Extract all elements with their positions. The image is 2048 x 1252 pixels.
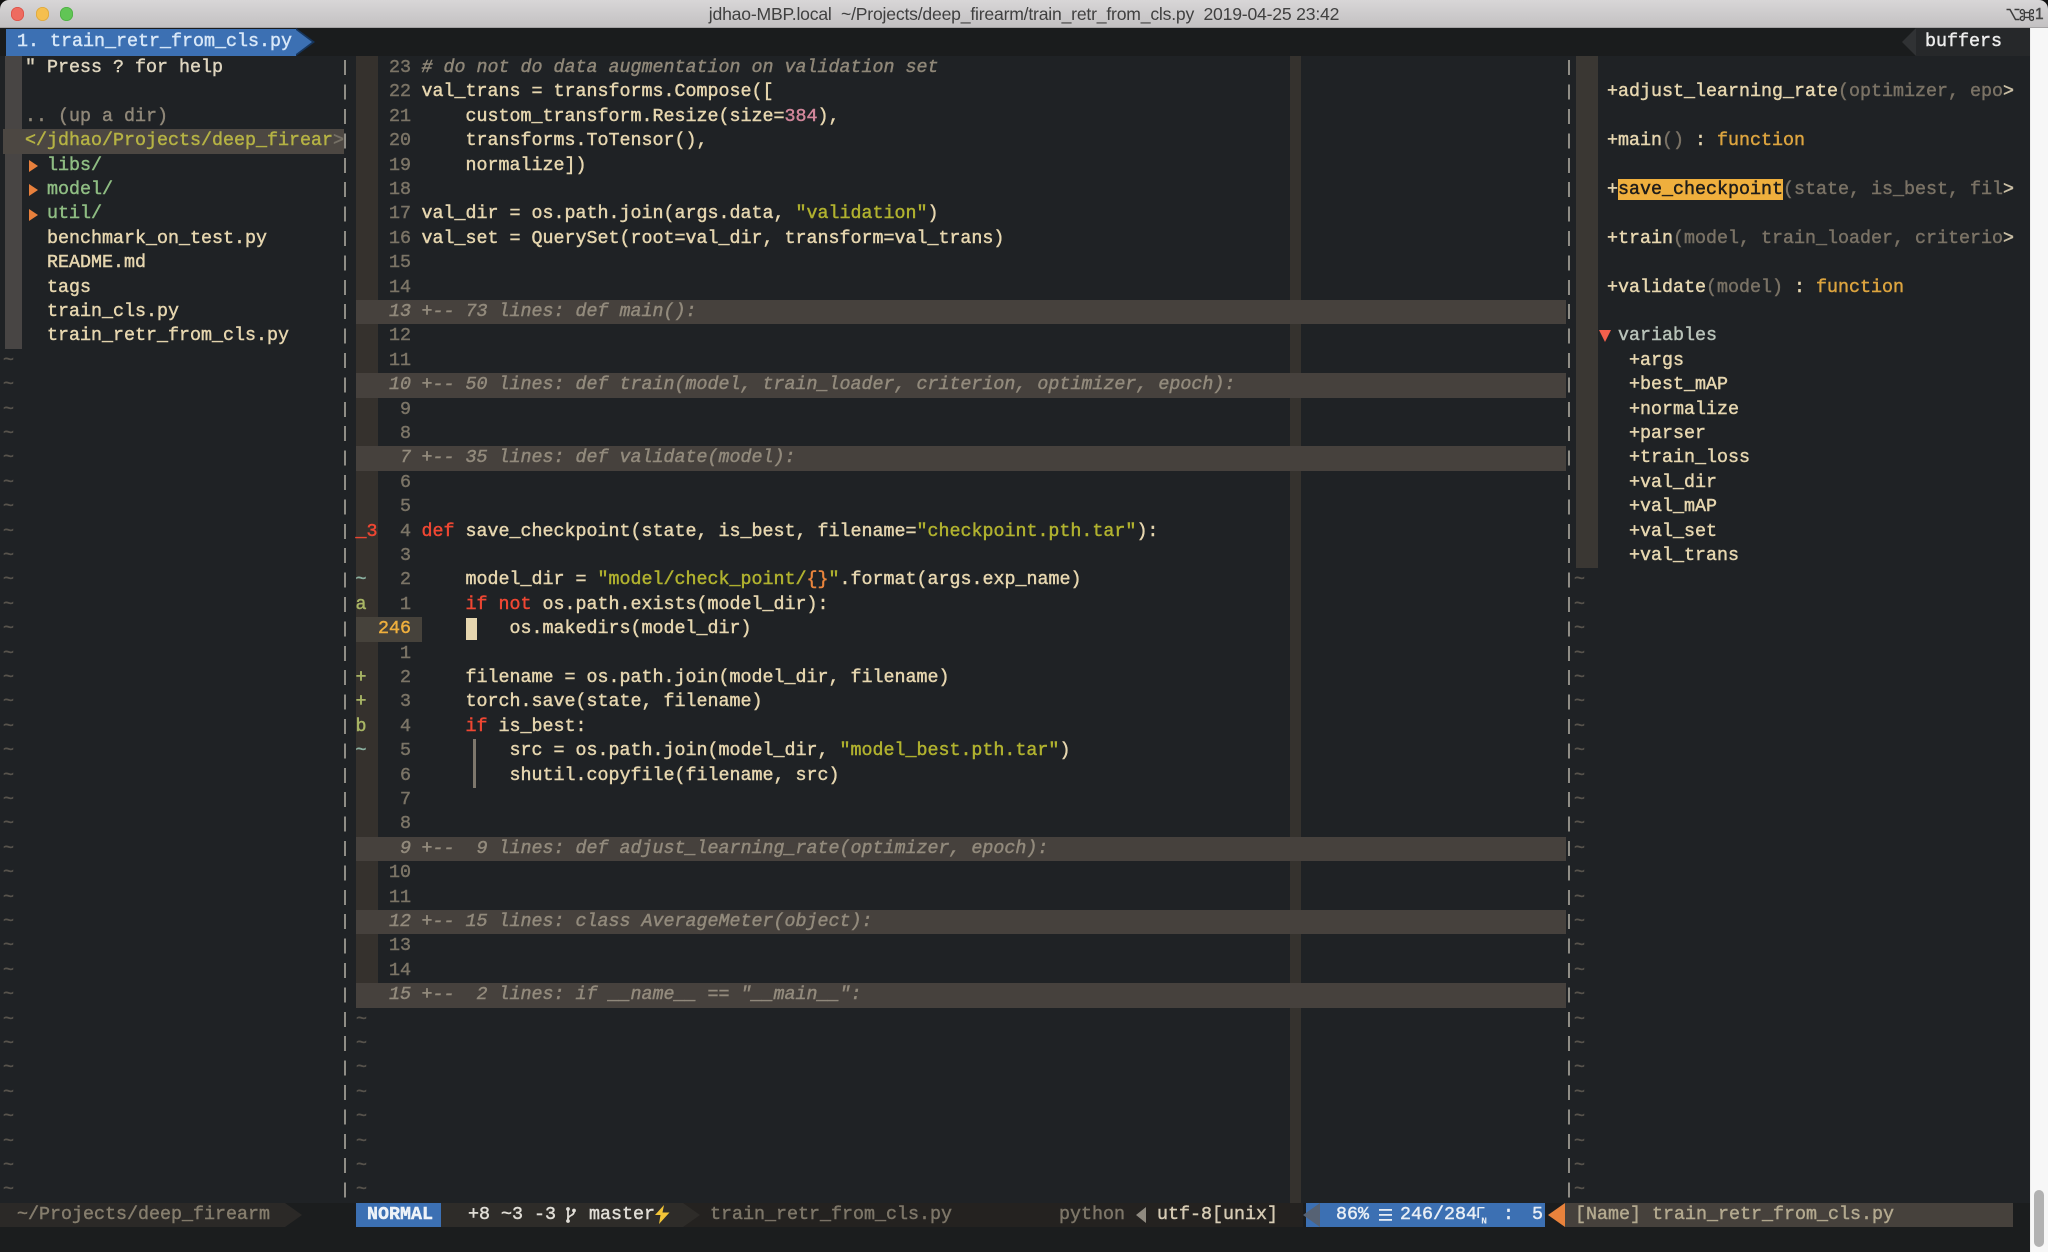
svg-text:N: N: [1481, 1215, 1487, 1224]
